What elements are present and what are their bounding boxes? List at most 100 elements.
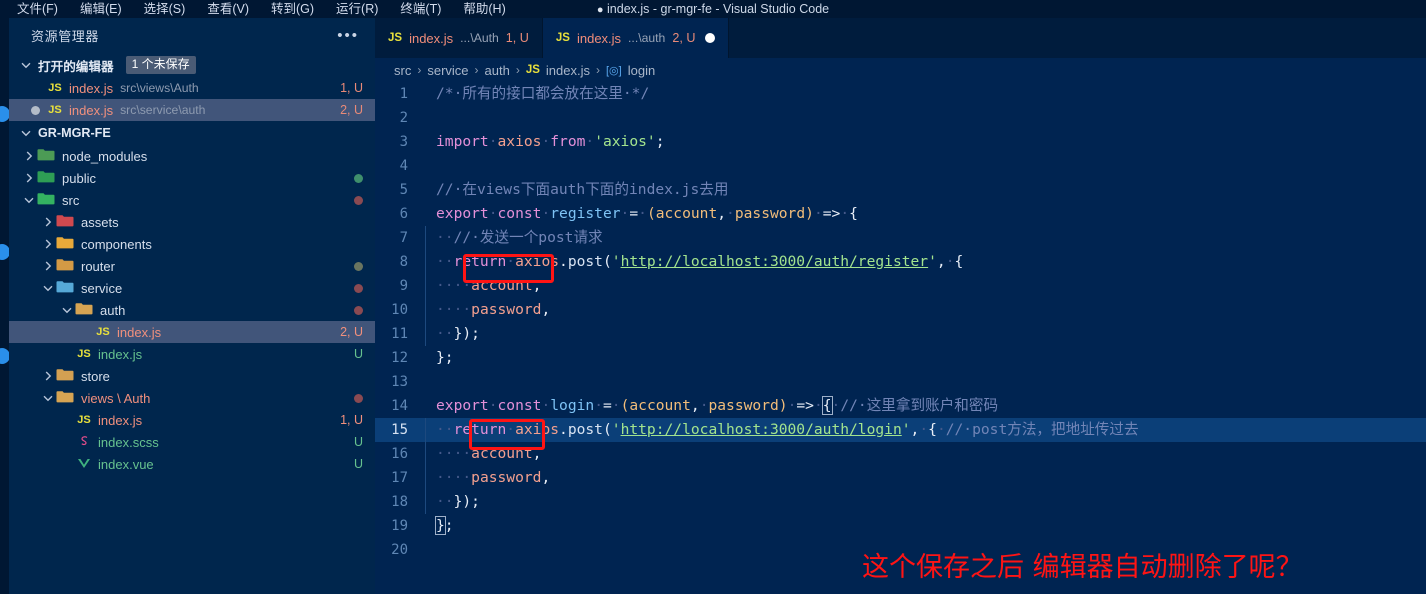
code-token: · [488, 205, 498, 222]
tree-folder-row[interactable]: src [9, 189, 375, 211]
tab-dirty-dot-icon[interactable] [705, 33, 716, 43]
chevron-right-icon[interactable] [40, 214, 56, 230]
menu-item-7[interactable]: 帮助(H) [452, 0, 516, 18]
chevron-right-icon[interactable] [21, 170, 37, 186]
menu-item-1[interactable]: 编辑(E) [69, 0, 133, 18]
file-tree: node_modules public src assets components rou… [9, 145, 375, 475]
breadcrumb[interactable]: src › service › auth › JS index.js › [◎] login [375, 58, 1426, 82]
js-file-icon: JS [525, 64, 540, 76]
tree-folder-row[interactable]: router [9, 255, 375, 277]
code-line[interactable]: 18 ··}); [375, 490, 1426, 514]
breadcrumb-separator-icon: › [515, 63, 520, 77]
breadcrumb-separator-icon: › [417, 63, 422, 77]
code-line[interactable]: 10 ····password, [375, 298, 1426, 322]
code-line[interactable]: 15 ··return·axios.post('http://localhost:… [375, 418, 1426, 442]
line-number: 17 [391, 470, 408, 486]
code-line[interactable]: 5 //·在views下面auth下面的index.js去用 [375, 178, 1426, 202]
code-line[interactable]: 16 ····account, [375, 442, 1426, 466]
code-line[interactable]: 3 import·axios·from·'axios'; [375, 130, 1426, 154]
tree-file-row[interactable]: index.vue U [9, 453, 375, 475]
code-token: , [936, 253, 946, 270]
code-line[interactable]: 12}; [375, 346, 1426, 370]
code-token: ···· [436, 277, 472, 294]
line-number: 18 [391, 494, 408, 510]
menu-item-3[interactable]: 查看(V) [196, 0, 260, 18]
code-line[interactable]: 4 [375, 154, 1426, 178]
code-line-content: ····password, [425, 466, 1426, 490]
code-line[interactable]: 14 export·const·login·=·(account,·passwor… [375, 394, 1426, 418]
window-title-text: index.js - gr-mgr-fe - Visual Studio Cod… [607, 2, 830, 16]
code-line[interactable]: 2 [375, 106, 1426, 130]
menu-item-4[interactable]: 转到(G) [260, 0, 325, 18]
code-editor[interactable]: 1/*·所有的接口都会放在这里·*/ 2 3 import·axios·from·'a… [375, 82, 1426, 594]
tree-file-row[interactable]: JS index.js 1, U [9, 409, 375, 431]
code-line-content: ····account, [425, 442, 1426, 466]
tree-folder-row[interactable]: views \ Auth [9, 387, 375, 409]
open-editor-item[interactable]: JS index.js src\service\auth 2, U [9, 99, 375, 121]
code-token: account [629, 397, 691, 414]
breadcrumb-item[interactable]: login [628, 63, 655, 78]
editor-tab[interactable]: JS index.js ...\auth 2, U [542, 18, 730, 58]
code-token: export [436, 205, 489, 222]
code-line[interactable]: 8 ··return·axios.post('http://localhost:3… [375, 250, 1426, 274]
tree-folder-row[interactable]: auth [9, 299, 375, 321]
tree-item-label: index.js [98, 346, 143, 362]
line-number: 1 [399, 86, 408, 102]
tree-folder-row[interactable]: assets [9, 211, 375, 233]
chevron-right-icon[interactable] [40, 236, 56, 252]
menu-item-6[interactable]: 终端(T) [389, 0, 452, 18]
code-line[interactable]: 7 ··//·发送一个post请求 [375, 226, 1426, 250]
code-token: · [936, 421, 946, 438]
chevron-right-icon[interactable] [21, 148, 37, 164]
code-token: password [708, 397, 779, 414]
code-token: · [813, 397, 823, 414]
tree-file-row[interactable]: JS index.js U [9, 343, 375, 365]
code-line[interactable]: 11 ··}); [375, 322, 1426, 346]
code-line[interactable]: 19}; [375, 514, 1426, 538]
code-token: //·这里拿到账户和密码 [840, 397, 999, 414]
breadcrumb-item[interactable]: src [394, 63, 411, 78]
code-token: }); [453, 325, 480, 342]
code-token: ' [928, 253, 937, 270]
folder-store-icon [56, 368, 76, 385]
code-line[interactable]: 13 [375, 370, 1426, 394]
more-actions-icon[interactable]: ••• [337, 27, 359, 44]
menu-item-0[interactable]: 文件(F) [6, 0, 69, 18]
chevron-down-icon[interactable] [40, 390, 56, 406]
chevron-right-icon[interactable] [40, 258, 56, 274]
chevron-down-icon[interactable] [40, 280, 56, 296]
open-editors-section-header[interactable]: 打开的编辑器 1 个未保存 [9, 53, 375, 77]
breadcrumb-item[interactable]: auth [485, 63, 510, 78]
code-line[interactable]: 9 ····account, [375, 274, 1426, 298]
line-number: 2 [399, 110, 408, 126]
tree-folder-row[interactable]: store [9, 365, 375, 387]
code-line[interactable]: 1 /*·所有的接口都会放在这里·*/ [375, 82, 1426, 106]
breadcrumb-item[interactable]: index.js [546, 63, 590, 78]
tree-folder-row[interactable]: service [9, 277, 375, 299]
tree-folder-row[interactable]: node_modules [9, 145, 375, 167]
code-token: ·· [436, 253, 454, 270]
project-section-header[interactable]: GR-MGR-FE [9, 121, 375, 145]
tab-status: 1, U [505, 31, 529, 45]
tree-file-row[interactable]: JS index.js 2, U [9, 321, 375, 343]
line-number: 14 [391, 398, 408, 414]
open-editor-item[interactable]: JS index.js src\views\Auth 1, U [9, 77, 375, 99]
activity-bar[interactable] [0, 18, 10, 594]
vue-file-icon [75, 456, 93, 473]
code-line[interactable]: 17 ····password, [375, 466, 1426, 490]
code-token: ' [611, 253, 621, 270]
tree-file-row[interactable]: index.scss U [9, 431, 375, 453]
code-token: ·· [436, 325, 454, 342]
tree-item-label: service [81, 280, 123, 296]
menu-item-2[interactable]: 选择(S) [133, 0, 197, 18]
menu-item-5[interactable]: 运行(R) [325, 0, 389, 18]
code-line[interactable]: 6 export·const·register·=·(account,·passw… [375, 202, 1426, 226]
editor-tab[interactable]: JS index.js ...\Auth 1, U [375, 18, 543, 58]
chevron-right-icon[interactable] [40, 368, 56, 384]
breadcrumb-item[interactable]: service [427, 63, 468, 78]
code-token: http://localhost:3000/auth/register [620, 253, 929, 270]
chevron-down-icon[interactable] [21, 192, 37, 208]
chevron-down-icon[interactable] [59, 302, 75, 318]
tree-folder-row[interactable]: public [9, 167, 375, 189]
tree-folder-row[interactable]: components [9, 233, 375, 255]
